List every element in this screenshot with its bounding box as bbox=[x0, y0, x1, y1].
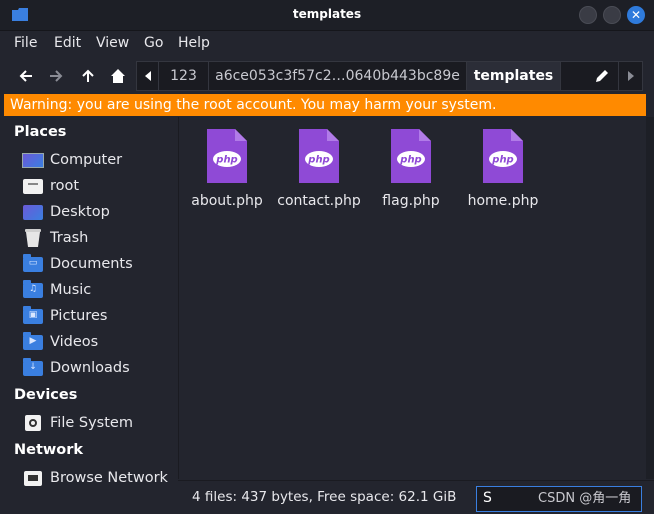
php-file-icon: php bbox=[299, 129, 339, 183]
svg-text:php: php bbox=[399, 155, 421, 166]
arrow-left-icon bbox=[19, 70, 32, 82]
chevron-left-icon bbox=[144, 71, 151, 81]
devices-heading: Devices bbox=[14, 387, 78, 403]
sidebar-item-browse-network[interactable]: Browse Network bbox=[22, 467, 172, 489]
network-icon bbox=[22, 469, 44, 487]
svg-text:php: php bbox=[307, 155, 329, 166]
sidebar-item-label: Trash bbox=[50, 230, 89, 246]
file-name: home.php bbox=[467, 193, 539, 209]
back-button[interactable] bbox=[14, 64, 38, 88]
php-file-icon: php bbox=[483, 129, 523, 183]
sidebar-item-computer[interactable]: Computer bbox=[22, 149, 172, 171]
file-item[interactable]: php flag.php bbox=[366, 129, 456, 209]
menu-bar: File Edit View Go Help bbox=[0, 31, 654, 57]
home-button[interactable] bbox=[106, 64, 130, 88]
path-segment-hash[interactable]: a6ce053c3f57c2…0640b443bc89e bbox=[209, 62, 467, 90]
title-bar: templates ✕ bbox=[0, 0, 654, 31]
documents-folder-icon: ▭ bbox=[22, 253, 44, 273]
sidebar-item-label: File System bbox=[50, 415, 133, 431]
videos-folder-icon: ▶ bbox=[22, 331, 44, 351]
pencil-icon bbox=[595, 70, 608, 82]
path-segment-123[interactable]: 123 bbox=[159, 62, 209, 90]
home-icon bbox=[111, 69, 125, 83]
root-warning-banner: Warning: you are using the root account.… bbox=[4, 94, 646, 116]
path-scroll-right-button[interactable] bbox=[619, 62, 642, 90]
menu-help[interactable]: Help bbox=[178, 35, 210, 51]
file-name: contact.php bbox=[277, 193, 361, 209]
sidebar-item-documents[interactable]: ▭ Documents bbox=[22, 253, 172, 275]
php-file-icon: php bbox=[207, 129, 247, 183]
up-button[interactable] bbox=[76, 64, 100, 88]
sidebar-item-file-system[interactable]: File System bbox=[22, 412, 172, 434]
close-icon: ✕ bbox=[630, 8, 642, 22]
maximize-button[interactable] bbox=[603, 6, 621, 24]
file-name: about.php bbox=[191, 193, 263, 209]
sidebar-item-desktop[interactable]: Desktop bbox=[22, 201, 172, 223]
sidebar-item-label: Pictures bbox=[50, 308, 108, 324]
sidebar-item-label: Computer bbox=[50, 152, 123, 168]
sidebar-item-music[interactable]: ♫ Music bbox=[22, 279, 172, 301]
pictures-folder-icon: ▣ bbox=[22, 305, 44, 325]
menu-go[interactable]: Go bbox=[144, 35, 163, 51]
arrow-right-icon bbox=[50, 70, 63, 82]
home-folder-icon bbox=[22, 177, 44, 195]
sidebar: Places Computer root Desktop Trash ▭ Doc… bbox=[0, 117, 176, 513]
sidebar-item-label: Browse Network bbox=[50, 470, 168, 486]
sidebar-item-videos[interactable]: ▶ Videos bbox=[22, 331, 172, 353]
sidebar-item-root[interactable]: root bbox=[22, 175, 172, 197]
places-heading: Places bbox=[14, 124, 67, 140]
menu-view[interactable]: View bbox=[96, 35, 129, 51]
computer-icon bbox=[22, 151, 44, 169]
chevron-right-icon bbox=[627, 71, 634, 81]
file-item[interactable]: php about.php bbox=[182, 129, 272, 209]
sidebar-item-label: Desktop bbox=[50, 204, 110, 220]
file-item[interactable]: php contact.php bbox=[274, 129, 364, 209]
toolbar: 123 a6ce053c3f57c2…0640b443bc89e templat… bbox=[0, 58, 654, 94]
menu-file[interactable]: File bbox=[14, 35, 37, 51]
menu-edit[interactable]: Edit bbox=[54, 35, 81, 51]
desktop-icon bbox=[22, 203, 44, 221]
sidebar-item-trash[interactable]: Trash bbox=[22, 227, 172, 249]
sidebar-item-label: Videos bbox=[50, 334, 99, 350]
sidebar-item-pictures[interactable]: ▣ Pictures bbox=[22, 305, 172, 327]
sidebar-item-label: root bbox=[50, 178, 80, 194]
drive-icon bbox=[22, 414, 44, 432]
scrollbar-track[interactable] bbox=[646, 117, 654, 479]
file-item[interactable]: php home.php bbox=[458, 129, 548, 209]
svg-text:php: php bbox=[491, 155, 513, 166]
watermark: CSDN @角一角 bbox=[538, 491, 632, 506]
path-bar: 123 a6ce053c3f57c2…0640b443bc89e templat… bbox=[136, 61, 643, 91]
sidebar-item-label: Music bbox=[50, 282, 92, 298]
sidebar-item-label: Downloads bbox=[50, 360, 130, 376]
file-name: flag.php bbox=[382, 193, 440, 209]
arrow-up-icon bbox=[82, 69, 94, 82]
status-text: 4 files: 437 bytes, Free space: 62.1 GiB bbox=[192, 489, 457, 505]
file-view: php about.php php contact.php php flag.p… bbox=[178, 117, 647, 479]
path-segment-templates[interactable]: templates bbox=[467, 62, 561, 90]
downloads-folder-icon: ↓ bbox=[22, 357, 44, 377]
trash-icon bbox=[22, 229, 44, 247]
network-heading: Network bbox=[14, 442, 84, 458]
music-folder-icon: ♫ bbox=[22, 279, 44, 299]
window-title: templates bbox=[292, 7, 362, 21]
close-button[interactable]: ✕ bbox=[627, 6, 645, 24]
minimize-button[interactable] bbox=[579, 6, 597, 24]
sidebar-item-label: Documents bbox=[50, 256, 133, 272]
path-scroll-left-button[interactable] bbox=[137, 62, 159, 90]
php-file-icon: php bbox=[391, 129, 431, 183]
path-edit-button[interactable] bbox=[561, 62, 619, 90]
forward-button[interactable] bbox=[44, 64, 68, 88]
svg-text:php: php bbox=[215, 155, 237, 166]
sidebar-item-downloads[interactable]: ↓ Downloads bbox=[22, 357, 172, 379]
